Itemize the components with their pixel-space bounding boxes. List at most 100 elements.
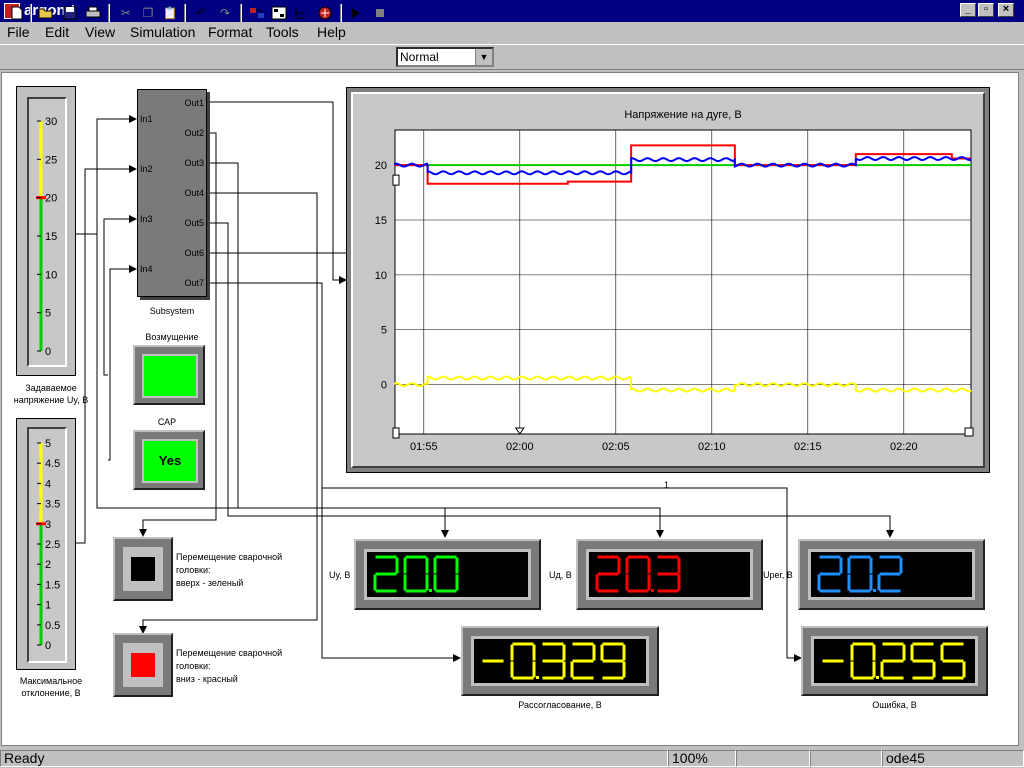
y-tick-label: 20 (375, 160, 387, 172)
mismatch-display[interactable] (461, 626, 659, 696)
x-tick-label: 02:15 (794, 441, 822, 453)
move-up-lamp[interactable] (113, 537, 173, 601)
gauge-tick-label: 0 (45, 346, 51, 358)
error-display[interactable] (801, 626, 988, 696)
port-out2: Out2 (184, 128, 204, 138)
gauge-tick-label: 0.5 (45, 620, 60, 632)
cap-lamp-light: Yes (142, 439, 198, 483)
gauge-tick-label: 5 (45, 438, 51, 450)
ureg-display-digits (817, 555, 903, 593)
move-up-lamp-bezel (123, 547, 163, 591)
gauge-tick-label: 1.5 (45, 579, 60, 591)
mismatch-display-digits (482, 642, 626, 680)
chart-title: Напряжение на дуге, В (624, 109, 741, 121)
disturbance-label: Возмущение (145, 332, 199, 342)
uy-display[interactable] (354, 539, 541, 610)
lcd-decimal-point (536, 676, 539, 679)
gauge-tick-label: 4.5 (45, 458, 60, 470)
wire-label: 1 (664, 480, 670, 490)
subsystem-block[interactable]: In1 In2 In3 In4 Out1 Out2 Out3 Out4 Out5… (137, 89, 207, 297)
cap-label: САР (157, 417, 177, 427)
move-up-label-line-2: головки: (176, 565, 211, 575)
port-out6: Out6 (184, 248, 204, 258)
status-cell-empty-2 (810, 750, 882, 767)
ud-display-digits (595, 555, 681, 593)
scope-window[interactable]: Напряжение на дуге, В 01:55 02:00 02:05 02:1… (346, 87, 990, 473)
mismatch-display-screen (471, 636, 649, 686)
lcd-decimal-point (876, 676, 879, 679)
port-in3: In3 (140, 214, 153, 224)
level-cursor (392, 174, 400, 186)
uy-display-label: Uy, В (329, 570, 351, 580)
deviation-gauge-scale: 5 4.5 4 3.5 3 2.5 2 1.5 1 0.5 0 (36, 438, 60, 652)
time-cursor-left (392, 427, 400, 439)
move-down-label: Перемещение сварочной головки: вниз - кр… (176, 647, 282, 686)
ud-display-screen (586, 549, 753, 600)
move-down-lamp-light (131, 653, 155, 677)
ud-display[interactable] (576, 539, 763, 610)
setpoint-gauge-label: Задаваемое напряжение Uy, В (13, 383, 89, 405)
disturbance-lamp-light (142, 354, 198, 398)
move-down-lamp-bezel (123, 643, 163, 687)
status-cell-empty-1 (736, 750, 810, 767)
lcd-decimal-point (873, 589, 876, 592)
gauge-tick-label: 3.5 (45, 499, 60, 511)
move-down-label-line-3: вниз - красный (176, 674, 238, 684)
x-tick-label: 02:10 (698, 441, 726, 453)
error-display-screen (811, 636, 978, 686)
gauge-tick-label: 10 (45, 269, 57, 281)
cap-lamp[interactable]: Yes (133, 430, 205, 490)
gauge-tick-label: 2 (45, 559, 51, 571)
uy-display-digits (373, 555, 459, 593)
move-up-label-line-1: Перемещение сварочной (176, 552, 283, 562)
scope-panel: Напряжение на дуге, В 01:55 02:00 02:05 02:1… (351, 92, 985, 468)
status-bar: Ready 100% ode45 (0, 749, 1024, 768)
deviation-gauge-label: Максимальное отклонение, В (19, 676, 83, 698)
deviation-gauge[interactable]: 5 4.5 4 3.5 3 2.5 2 1.5 1 0.5 0 (16, 418, 76, 670)
port-out3: Out3 (184, 158, 204, 168)
setpoint-gauge[interactable]: 30 25 20 15 10 5 0 (16, 86, 76, 376)
zoom-level: 100% (668, 750, 736, 767)
subsystem-label: Subsystem (149, 306, 195, 316)
move-down-label-line-1: Перемещение сварочной (176, 648, 283, 658)
error-display-digits (822, 642, 966, 680)
y-tick-label: 0 (381, 380, 387, 392)
ureg-display[interactable] (798, 539, 985, 610)
port-out1: Out1 (184, 98, 204, 108)
port-in4: In4 (140, 264, 153, 274)
move-up-label-line-3: вверх - зеленый (176, 578, 244, 588)
deviation-gauge-face: 5 4.5 4 3.5 3 2.5 2 1.5 1 0.5 0 (27, 427, 67, 663)
disturbance-lamp[interactable] (133, 345, 205, 405)
gauge-tick-label: 20 (45, 193, 57, 205)
gauge-tick-label: 3 (45, 519, 51, 531)
port-in1: In1 (140, 114, 153, 124)
gauge-tick-label: 30 (45, 116, 57, 128)
scope-chart: Напряжение на дуге, В 01:55 02:00 02:05 02:1… (375, 109, 974, 453)
port-in2: In2 (140, 164, 153, 174)
error-display-label: Ошибка, В (872, 700, 917, 710)
gauge-tick-label: 1 (45, 600, 51, 612)
ureg-display-label: Uрег, В (763, 570, 793, 580)
y-tick-label: 10 (375, 270, 387, 282)
y-tick-label: 15 (375, 215, 387, 227)
move-up-label: Перемещение сварочной головки: вверх - з… (176, 551, 282, 590)
status-text: Ready (0, 750, 668, 767)
uy-display-screen (364, 549, 531, 600)
setpoint-gauge-scale: 30 25 20 15 10 5 0 (36, 116, 57, 358)
x-tick-label: 02:20 (890, 441, 918, 453)
solver-name: ode45 (882, 750, 1024, 767)
setpoint-gauge-face: 30 25 20 15 10 5 0 (27, 97, 67, 367)
x-tick-label: 02:05 (602, 441, 630, 453)
port-out5: Out5 (184, 218, 204, 228)
mismatch-display-label: Рассогласование, В (518, 700, 602, 710)
gauge-tick-label: 4 (45, 478, 51, 490)
lcd-decimal-point (651, 589, 654, 592)
ud-display-label: Uд, В (549, 570, 572, 580)
move-down-lamp[interactable] (113, 633, 173, 697)
move-down-label-line-2: головки: (176, 661, 211, 671)
move-up-lamp-light (131, 557, 155, 581)
lcd-decimal-point (429, 589, 432, 592)
time-cursor-right (964, 427, 974, 437)
gauge-tick-label: 2.5 (45, 539, 60, 551)
port-out7: Out7 (184, 278, 204, 288)
